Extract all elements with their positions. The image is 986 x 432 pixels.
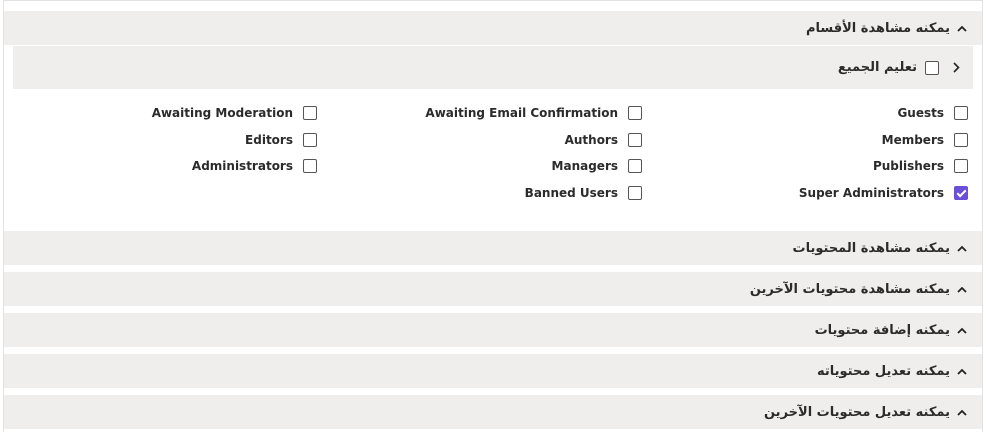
section-header-view-categories[interactable]: يمكنه مشاهدة الأقسام (4, 11, 982, 45)
section-title: يمكنه مشاهدة المحتويات (792, 240, 950, 256)
group-checkbox[interactable] (628, 159, 642, 173)
group-checkbox[interactable] (954, 106, 968, 120)
group-checkbox[interactable] (628, 186, 642, 200)
group-label: Banned Users (524, 186, 618, 200)
group-item-publishers[interactable]: Publishers (873, 157, 968, 175)
group-item-awaiting-moderation[interactable]: Awaiting Moderation (152, 104, 317, 122)
group-item-guests[interactable]: Guests (897, 104, 968, 122)
group-label: Awaiting Email Confirmation (425, 106, 618, 120)
select-all-label: تعليم الجميع (837, 60, 917, 75)
group-item-banned-users[interactable]: Banned Users (525, 184, 642, 202)
group-item-awaiting-email-confirmation[interactable]: Awaiting Email Confirmation (425, 104, 642, 122)
chevron-right-icon[interactable] (951, 62, 961, 74)
group-checkbox[interactable] (954, 133, 968, 147)
group-label: Members (881, 133, 944, 147)
group-checkbox[interactable] (954, 159, 968, 173)
group-item-super-administrators[interactable]: Super Administrators (799, 184, 968, 202)
group-checkbox[interactable] (628, 106, 642, 120)
section-header-edit-others-contents[interactable]: يمكنه تعديل محتويات الآخرين (4, 395, 982, 429)
chevron-up-icon (956, 22, 968, 34)
select-all-checkbox[interactable] (925, 60, 939, 75)
chevron-up-icon (956, 324, 968, 336)
group-label: Authors (564, 133, 618, 147)
group-item-administrators[interactable]: Administrators (192, 157, 317, 175)
chevron-up-icon (956, 406, 968, 418)
section-header-add-contents[interactable]: يمكنه إضافة محتويات (4, 313, 982, 347)
section-header-view-contents[interactable]: يمكنه مشاهدة المحتويات (4, 231, 982, 265)
chevron-up-icon (956, 283, 968, 295)
group-checkbox-grid: Guests Members Publishers Super Administ… (0, 100, 986, 210)
section-title: يمكنه تعديل محتوياته (816, 363, 950, 379)
group-item-managers[interactable]: Managers (552, 157, 642, 175)
group-item-authors[interactable]: Authors (565, 131, 642, 149)
section-title: يمكنه مشاهدة محتويات الآخرين (749, 281, 950, 297)
group-label: Super Administrators (798, 186, 944, 200)
group-label: Editors (245, 133, 293, 147)
group-label: Awaiting Moderation (151, 106, 293, 120)
group-checkbox[interactable] (303, 159, 317, 173)
chevron-up-icon (956, 242, 968, 254)
group-label: Guests (897, 106, 944, 120)
group-item-editors[interactable]: Editors (245, 131, 317, 149)
section-header-edit-own-contents[interactable]: يمكنه تعديل محتوياته (4, 354, 982, 388)
group-label: Managers (551, 159, 618, 173)
section-title: يمكنه مشاهدة الأقسام (805, 20, 950, 36)
chevron-up-icon (956, 365, 968, 377)
section-header-view-others-contents[interactable]: يمكنه مشاهدة محتويات الآخرين (4, 272, 982, 306)
group-label: Administrators (191, 159, 293, 173)
group-checkbox[interactable] (303, 133, 317, 147)
group-item-members[interactable]: Members (882, 131, 968, 149)
section-title: يمكنه إضافة محتويات (814, 322, 950, 338)
group-checkbox-checked[interactable] (954, 186, 968, 200)
section-title: يمكنه تعديل محتويات الآخرين (763, 404, 950, 420)
select-all-row: تعليم الجميع (13, 46, 973, 89)
group-checkbox[interactable] (628, 133, 642, 147)
group-label: Publishers (872, 159, 944, 173)
group-checkbox[interactable] (303, 106, 317, 120)
